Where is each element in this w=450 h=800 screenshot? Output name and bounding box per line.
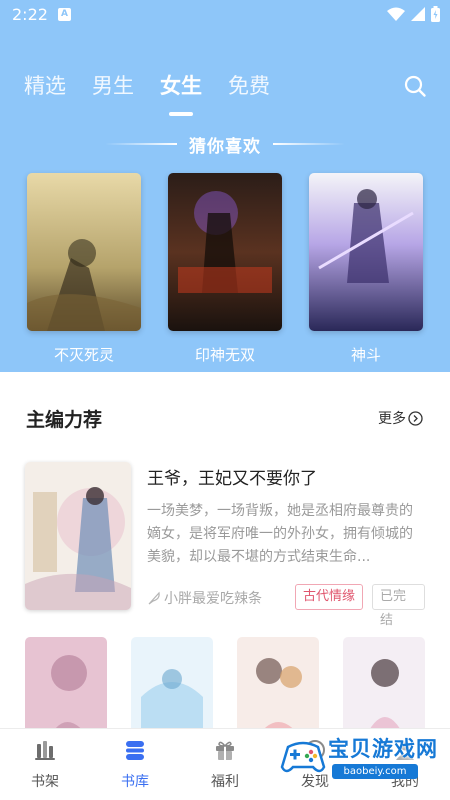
- tab-free[interactable]: 免费: [228, 70, 270, 104]
- status-time: 2:22: [12, 5, 48, 24]
- author-name: 小胖最爱吃辣条: [164, 591, 262, 607]
- gift-icon[interactable]: [213, 738, 237, 762]
- divider: [273, 143, 345, 145]
- book-row: [25, 637, 427, 747]
- nav-library[interactable]: 书库: [90, 729, 180, 800]
- genre-tag[interactable]: 古代情缘: [295, 584, 364, 610]
- book-description: 一场美梦，一场背叛，她是丞相府最尊贵的嫡女，是将军府唯一的外孙女，拥有倾城的美貌…: [147, 503, 413, 565]
- divider: [105, 143, 177, 145]
- book-cover[interactable]: [309, 173, 423, 331]
- tab-male[interactable]: 男生: [92, 70, 134, 104]
- guess-header: 猜你喜欢: [0, 130, 450, 158]
- signal-icon: [411, 7, 425, 21]
- search-icon[interactable]: [403, 74, 427, 98]
- battery-icon: [431, 6, 440, 22]
- book-author: 小胖最爱吃辣条: [147, 588, 262, 608]
- nav-bookshelf[interactable]: 书架: [0, 729, 90, 800]
- status-badge: 已完结: [372, 584, 425, 628]
- feather-icon: [148, 591, 160, 605]
- book-cover[interactable]: [168, 173, 282, 331]
- nav-label[interactable]: 书库: [90, 771, 180, 791]
- guess-title: 猜你喜欢: [189, 136, 261, 157]
- gamepad-icon: [280, 741, 326, 773]
- bookshelf-icon[interactable]: [33, 738, 57, 762]
- library-icon[interactable]: [123, 738, 147, 762]
- nav-label[interactable]: 书架: [0, 771, 90, 791]
- nav-rewards[interactable]: 福利: [180, 729, 270, 800]
- book-title[interactable]: 不灭死灵: [27, 344, 141, 365]
- category-tabs: 精选 男生 女生 免费: [24, 70, 270, 116]
- section-title: 主编力荐: [26, 409, 103, 431]
- book-title[interactable]: 神斗: [309, 344, 423, 365]
- guess-book-1[interactable]: 不灭死灵: [27, 173, 141, 365]
- notification-icon: A: [58, 8, 71, 21]
- book-cover[interactable]: [27, 173, 141, 331]
- watermark-text: 宝贝游戏网: [328, 737, 438, 761]
- book-title[interactable]: 王爷，王妃又不要你了: [147, 464, 317, 489]
- chevron-right-icon[interactable]: [408, 410, 423, 426]
- book-title[interactable]: 印神无双: [168, 344, 282, 365]
- guess-book-3[interactable]: 神斗: [309, 173, 423, 365]
- watermark: 宝贝游戏网 baobeiy.com: [280, 733, 440, 795]
- featured-book[interactable]: 王爷，王妃又不要你了 一场美梦，一场背叛，她是丞相府最尊贵的嫡女，是将军府唯一的…: [25, 462, 425, 628]
- status-bar: 2:22 A: [0, 0, 450, 30]
- more-link[interactable]: 更多: [378, 408, 423, 428]
- book-cover[interactable]: [25, 462, 131, 610]
- tab-female[interactable]: 女生: [160, 70, 202, 116]
- more-label[interactable]: 更多: [378, 408, 406, 428]
- tab-featured[interactable]: 精选: [24, 70, 66, 104]
- watermark-url: baobeiy.com: [332, 764, 418, 779]
- guess-book-2[interactable]: 印神无双: [168, 173, 282, 365]
- wifi-icon: [387, 7, 405, 21]
- nav-label[interactable]: 福利: [180, 771, 270, 791]
